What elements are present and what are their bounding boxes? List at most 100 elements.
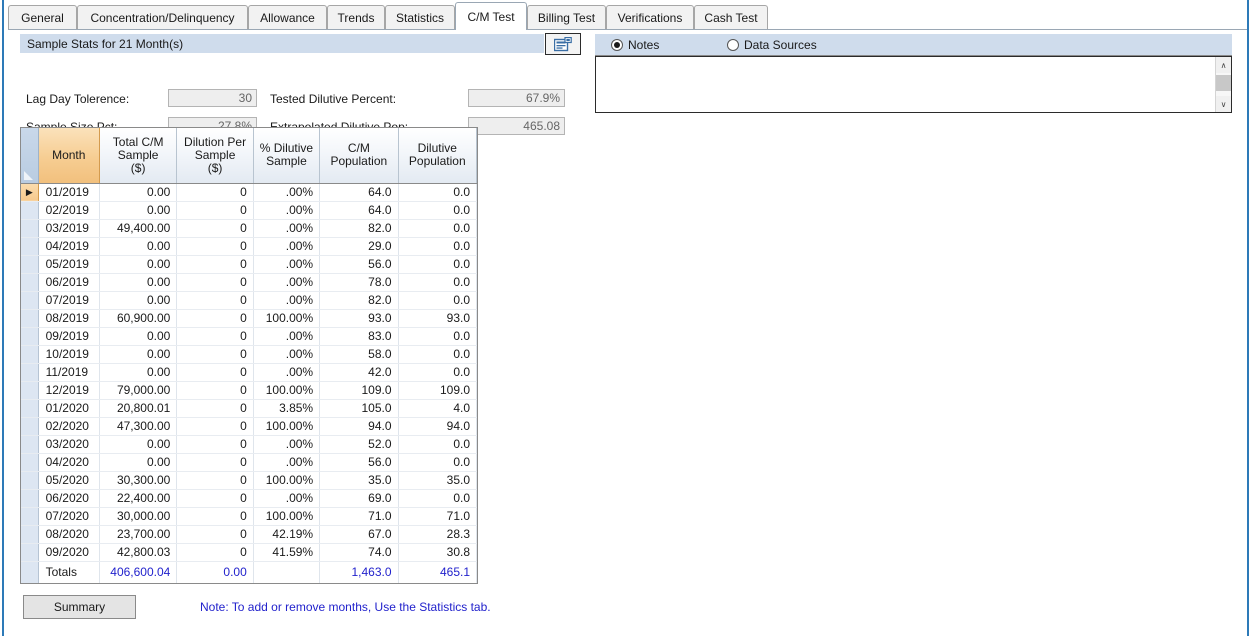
cell-cmpop[interactable]: 78.0	[319, 273, 399, 292]
grid-header-dpop[interactable]: Dilutive Population	[398, 128, 478, 184]
cell-cmpop[interactable]: 35.0	[319, 471, 399, 490]
cell-total[interactable]: 0.00	[99, 237, 178, 256]
cell-dpop[interactable]: 0.0	[398, 201, 478, 220]
cell-total[interactable]: 49,400.00	[99, 219, 178, 238]
cell-pct[interactable]: .00%	[253, 327, 321, 346]
grid-header-total[interactable]: Total C/M Sample ($)	[99, 128, 178, 184]
cell-pct[interactable]: .00%	[253, 453, 321, 472]
cell-dpop[interactable]: 0.0	[398, 363, 478, 382]
cell-month[interactable]: 03/2019	[38, 219, 100, 238]
row-selector-cell[interactable]	[21, 471, 39, 490]
cell-month[interactable]: 08/2020	[38, 525, 100, 544]
cell-dilps[interactable]: 0	[176, 543, 254, 562]
table-row[interactable]: 06/2019 0.00 0.00% 78.0 0.0	[21, 273, 478, 292]
table-row[interactable]: 09/2019 0.00 0.00% 83.0 0.0	[21, 327, 478, 346]
cell-total[interactable]: 0.00	[99, 255, 178, 274]
cell-total[interactable]: 0.00	[99, 327, 178, 346]
table-row[interactable]: 02/2019 0.00 0.00% 64.0 0.0	[21, 201, 478, 220]
grid-header-month[interactable]: Month	[37, 128, 100, 184]
cell-dilps[interactable]: 0	[176, 219, 254, 238]
cell-cmpop[interactable]: 82.0	[319, 219, 399, 238]
cell-total[interactable]: 60,900.00	[99, 309, 178, 328]
table-row[interactable]: 03/2020 0.00 0.00% 52.0 0.0	[21, 435, 478, 454]
field-tested-dilutive-percent[interactable]: 67.9%	[468, 89, 565, 107]
cell-cmpop[interactable]: 67.0	[319, 525, 399, 544]
cell-month[interactable]: 04/2020	[38, 453, 100, 472]
cell-dpop[interactable]: 0.0	[398, 219, 478, 238]
cell-dpop[interactable]: 30.8	[398, 543, 478, 562]
cell-dilps[interactable]: 0	[176, 183, 254, 202]
cell-dpop[interactable]: 0.0	[398, 255, 478, 274]
cell-cmpop[interactable]: 29.0	[319, 237, 399, 256]
tab-cash-test[interactable]: Cash Test	[694, 5, 768, 29]
table-row[interactable]: 01/2020 20,800.01 0 3.85% 105.0 4.0	[21, 399, 478, 418]
cell-dilps[interactable]: 0	[176, 327, 254, 346]
cell-total[interactable]: 20,800.01	[99, 399, 178, 418]
cell-pct[interactable]: 42.19%	[253, 525, 321, 544]
cell-pct[interactable]: 100.00%	[253, 309, 321, 328]
tab-c-m-test[interactable]: C/M Test	[455, 2, 527, 30]
cell-total[interactable]: 0.00	[99, 453, 178, 472]
row-selector-cell[interactable]	[21, 543, 39, 562]
row-selector-cell[interactable]	[21, 525, 39, 544]
table-row[interactable]: 07/2019 0.00 0.00% 82.0 0.0	[21, 291, 478, 310]
tab-trends[interactable]: Trends	[327, 5, 385, 29]
cell-month[interactable]: 03/2020	[38, 435, 100, 454]
cell-cmpop[interactable]: 58.0	[319, 345, 399, 364]
cell-month[interactable]: 08/2019	[38, 309, 100, 328]
cell-dilps[interactable]: 0	[176, 255, 254, 274]
table-row[interactable]: 04/2020 0.00 0.00% 56.0 0.0	[21, 453, 478, 472]
cell-dilps[interactable]: 0	[176, 399, 254, 418]
cell-month[interactable]: 06/2020	[38, 489, 100, 508]
cell-dpop[interactable]: 0.0	[398, 273, 478, 292]
row-selector-cell[interactable]	[21, 417, 39, 436]
cell-total[interactable]: 0.00	[99, 183, 178, 202]
table-row[interactable]: 05/2020 30,300.00 0 100.00% 35.0 35.0	[21, 471, 478, 490]
cell-dpop[interactable]: 0.0	[398, 237, 478, 256]
cell-month[interactable]: 05/2020	[38, 471, 100, 490]
grid-header-sel[interactable]	[21, 128, 39, 184]
cell-total[interactable]: 47,300.00	[99, 417, 178, 436]
row-selector-cell[interactable]: ▶	[21, 183, 39, 202]
radio-notes[interactable]: Notes	[611, 38, 659, 52]
table-row[interactable]: 10/2019 0.00 0.00% 58.0 0.0	[21, 345, 478, 364]
cell-total[interactable]: 0.00	[99, 273, 178, 292]
row-selector-cell[interactable]	[21, 309, 39, 328]
cell-total[interactable]: 30,300.00	[99, 471, 178, 490]
cell-pct[interactable]: .00%	[253, 183, 321, 202]
cell-month[interactable]: 06/2019	[38, 273, 100, 292]
cell-total[interactable]: 22,400.00	[99, 489, 178, 508]
cell-pct[interactable]: .00%	[253, 345, 321, 364]
cell-dpop[interactable]: 109.0	[398, 381, 478, 400]
table-row[interactable]: 02/2020 47,300.00 0 100.00% 94.0 94.0	[21, 417, 478, 436]
table-row[interactable]: 04/2019 0.00 0.00% 29.0 0.0	[21, 237, 478, 256]
cell-month[interactable]: 01/2020	[38, 399, 100, 418]
field-extrapolated-dilutive-pop[interactable]: 465.08	[468, 117, 565, 135]
table-row[interactable]: 08/2020 23,700.00 0 42.19% 67.0 28.3	[21, 525, 478, 544]
cell-pct[interactable]: .00%	[253, 255, 321, 274]
tab-allowance[interactable]: Allowance	[248, 5, 327, 29]
cell-dilps[interactable]: 0	[176, 345, 254, 364]
cell-dpop[interactable]: 0.0	[398, 291, 478, 310]
row-selector-cell[interactable]	[21, 201, 39, 220]
row-selector-cell[interactable]	[21, 327, 39, 346]
table-row[interactable]: 11/2019 0.00 0.00% 42.0 0.0	[21, 363, 478, 382]
cell-pct[interactable]: .00%	[253, 237, 321, 256]
row-selector-cell[interactable]	[21, 453, 39, 472]
cell-dpop[interactable]: 35.0	[398, 471, 478, 490]
row-selector-cell[interactable]	[21, 255, 39, 274]
cell-dilps[interactable]: 0	[176, 435, 254, 454]
cell-total[interactable]: 0.00	[99, 201, 178, 220]
cell-dilps[interactable]: 0	[176, 291, 254, 310]
cell-pct[interactable]: 100.00%	[253, 417, 321, 436]
row-selector-cell[interactable]	[21, 219, 39, 238]
row-selector-cell[interactable]	[21, 507, 39, 526]
cell-cmpop[interactable]: 52.0	[319, 435, 399, 454]
cell-total[interactable]: 0.00	[99, 363, 178, 382]
row-selector-cell[interactable]	[21, 489, 39, 508]
report-note-icon-button[interactable]	[545, 33, 581, 55]
cell-total[interactable]: 23,700.00	[99, 525, 178, 544]
cell-cmpop[interactable]: 109.0	[319, 381, 399, 400]
cell-month[interactable]: 10/2019	[38, 345, 100, 364]
cell-dpop[interactable]: 0.0	[398, 435, 478, 454]
